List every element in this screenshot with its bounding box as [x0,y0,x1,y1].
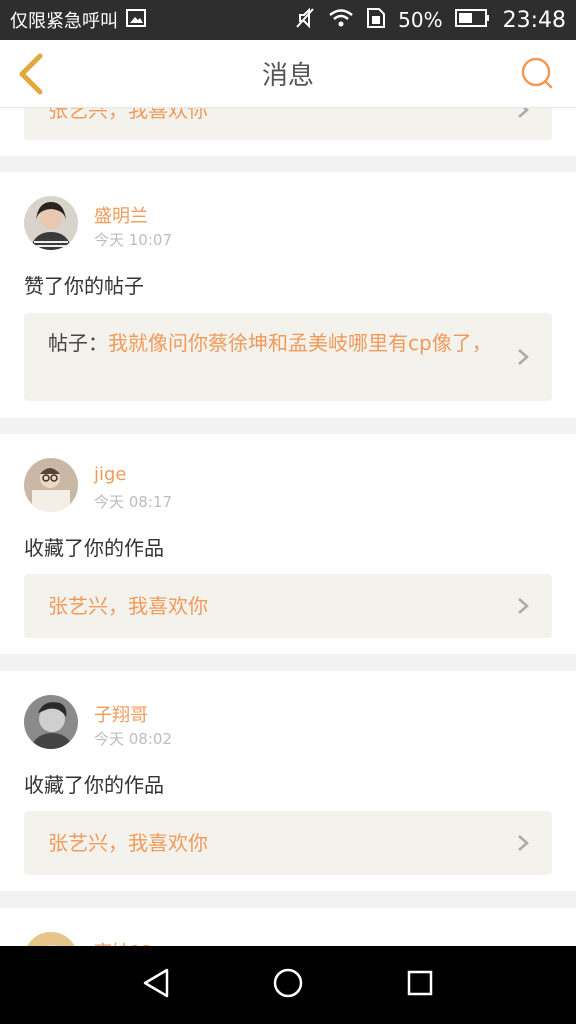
message-card: jige 今天 08:17 收藏了你的作品 张艺兴，我喜欢你 [0,434,576,654]
clock: 23:48 [502,7,566,33]
message-feed[interactable]: 张艺兴，我喜欢你 盛明兰 今天 10:07 赞了你的帖子 帖子：我就像问你蔡徐坤… [0,108,576,946]
message-card: 张艺兴，我喜欢你 [0,108,576,156]
nav-back-button[interactable] [136,965,176,1005]
timestamp: 今天 10:07 [94,231,172,249]
user-name[interactable]: jige [94,464,127,485]
chevron-right-icon [516,596,530,616]
timestamp: 今天 08:02 [94,730,172,748]
app-header: 消息 [0,40,576,108]
action-text: 收藏了你的作品 [24,773,164,797]
chevron-right-icon [516,347,530,367]
user-name[interactable]: 子翔哥 [94,701,148,727]
battery-icon [454,8,491,33]
chevron-right-icon [516,833,530,853]
avatar[interactable] [24,695,78,749]
user-name[interactable]: 高妹12 [94,938,153,946]
message-card: 高妹12 [0,908,576,946]
search-icon [520,57,554,94]
quote-content: 帖子：我就像问你蔡徐坤和孟美岐哪里有cp像了， [48,329,496,357]
status-bar: 仅限紧急呼叫 50% 23:48 [0,0,576,40]
image-icon [126,8,146,32]
nav-recents-icon [406,969,434,1001]
chevron-right-icon [516,108,530,120]
nav-back-icon [141,967,171,1003]
sim-icon [366,7,386,34]
nav-recents-button[interactable] [400,965,440,1005]
user-name[interactable]: 盛明兰 [94,202,148,228]
mute-icon [294,7,316,34]
message-card: 子翔哥 今天 08:02 收藏了你的作品 张艺兴，我喜欢你 [0,671,576,891]
quote-text: 张艺兴，我喜欢你 [48,594,208,618]
quote-text: 张艺兴，我喜欢你 [48,108,208,122]
back-icon [14,53,48,100]
avatar[interactable] [24,932,78,946]
page-title: 消息 [261,61,314,91]
quote-prefix: 帖子： [48,331,108,355]
search-button[interactable] [520,56,554,90]
action-text: 收藏了你的作品 [24,536,164,560]
quote-box[interactable]: 帖子：我就像问你蔡徐坤和孟美岐哪里有cp像了， [24,313,552,401]
avatar[interactable] [24,458,78,512]
action-text: 赞了你的帖子 [24,274,144,298]
quote-text: 张艺兴，我喜欢你 [48,831,208,855]
back-button[interactable] [14,52,48,96]
quote-box[interactable]: 张艺兴，我喜欢你 [24,811,552,875]
quote-box[interactable]: 张艺兴，我喜欢你 [24,574,552,638]
battery-percent: 50% [398,8,443,32]
message-card: 盛明兰 今天 10:07 赞了你的帖子 帖子：我就像问你蔡徐坤和孟美岐哪里有cp… [0,172,576,418]
system-nav-bar [0,946,576,1024]
quote-text: 我就像问你蔡徐坤和孟美岐哪里有cp像了， [108,331,492,355]
quote-box[interactable]: 张艺兴，我喜欢你 [24,108,552,140]
nav-home-button[interactable] [268,965,308,1005]
wifi-icon [328,8,354,33]
nav-home-icon [272,967,304,1003]
avatar[interactable] [24,196,78,250]
carrier-text: 仅限紧急呼叫 [10,11,118,32]
timestamp: 今天 08:17 [94,493,172,511]
